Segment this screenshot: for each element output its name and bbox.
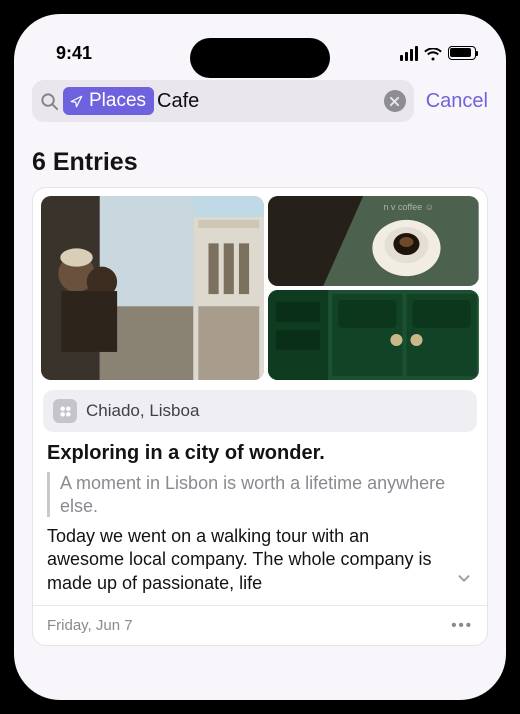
search-token-places[interactable]: Places	[63, 87, 154, 115]
map-pin-icon	[53, 399, 77, 423]
location-pill[interactable]: Chiado, Lisboa	[43, 390, 477, 432]
search-query-text: Cafe	[157, 90, 199, 113]
entry-card[interactable]: n v coffee ☺	[32, 187, 488, 646]
search-icon	[40, 92, 59, 111]
entry-photo[interactable]	[268, 290, 479, 380]
entry-photo[interactable]	[41, 196, 264, 380]
cellular-icon	[400, 46, 419, 61]
svg-text:n v coffee ☺: n v coffee ☺	[384, 202, 435, 212]
cancel-button[interactable]: Cancel	[426, 90, 488, 113]
entry-body-text: Today we went on a walking tour with an …	[47, 525, 451, 595]
location-arrow-icon	[69, 94, 84, 109]
chevron-down-icon[interactable]	[455, 569, 473, 592]
dynamic-island	[190, 38, 330, 78]
more-button[interactable]: •••	[451, 617, 473, 634]
entry-date: Friday, Jun 7	[47, 617, 133, 634]
search-input[interactable]: Places Cafe	[32, 80, 414, 122]
wifi-icon	[424, 46, 442, 60]
results-heading: 6 Entries	[32, 148, 488, 177]
entry-photo[interactable]: n v coffee ☺	[268, 196, 479, 286]
location-text: Chiado, Lisboa	[86, 401, 199, 421]
status-time: 9:41	[56, 43, 92, 64]
close-icon	[389, 96, 400, 107]
entry-title: Exploring in a city of wonder.	[47, 442, 473, 465]
photo-grid: n v coffee ☺	[33, 188, 487, 386]
entry-quote: A moment in Lisbon is worth a lifetime a…	[47, 472, 473, 517]
clear-search-button[interactable]	[384, 90, 406, 112]
search-token-label: Places	[89, 90, 146, 112]
battery-icon	[448, 46, 476, 60]
